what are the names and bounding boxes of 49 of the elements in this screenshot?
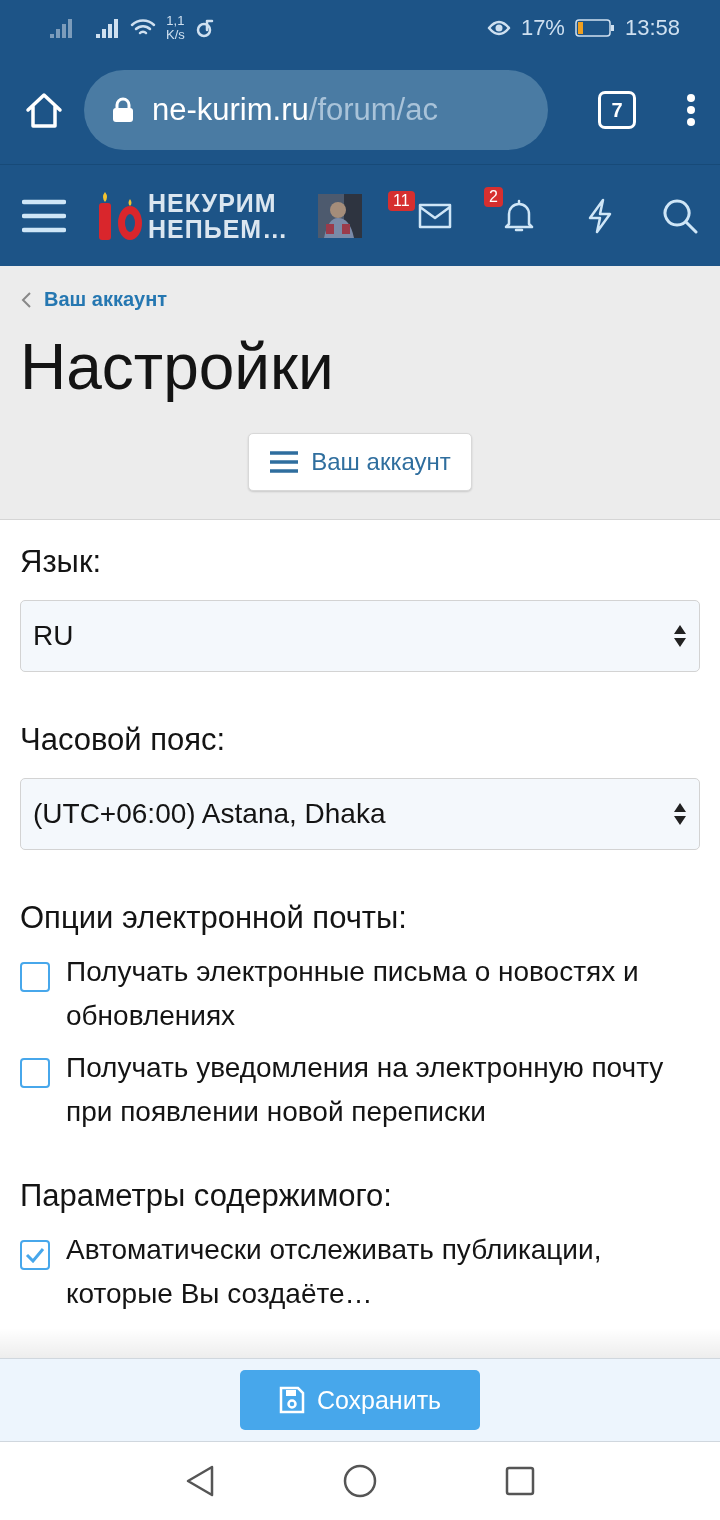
eye-icon: [486, 19, 511, 37]
logo-text: НЕКУРИМ: [148, 189, 278, 216]
checkmark-icon: [25, 1247, 45, 1263]
candle-logo-icon: [96, 190, 144, 241]
clock: 13:58: [624, 15, 680, 41]
chevron-left-icon: [20, 290, 32, 309]
logo-text: НЕПЬЕМ…: [148, 215, 289, 242]
address-bar[interactable]: ne-kurim.ru/forum/ac: [84, 70, 548, 150]
sort-arrows-icon: [673, 802, 687, 826]
lock-icon: [112, 97, 134, 123]
bell-icon[interactable]: [504, 198, 534, 233]
breadcrumb-link[interactable]: Ваш аккаунт: [20, 288, 700, 311]
more-icon[interactable]: [686, 93, 696, 127]
page-title: Настройки: [20, 330, 335, 405]
checkbox-label: Получать уведомления на электронную почту при появлении новой переписки: [66, 1051, 665, 1129]
tabs-count[interactable]: 7: [598, 91, 636, 129]
url-path: /forum/ac: [308, 92, 438, 127]
group-label: Параметры содержимого:: [20, 1178, 393, 1214]
alert-count-badge: 2: [484, 186, 503, 207]
network-speed: 1,1: [166, 14, 185, 28]
menu-icon: [269, 450, 300, 474]
message-count-badge: 11: [388, 190, 415, 211]
url-host: ne-kurim.ru: [152, 92, 309, 127]
checkbox-label: Автоматически отслеживать публикации, которые Вы создаёте…: [66, 1233, 603, 1311]
checkbox[interactable]: [20, 1058, 50, 1088]
group-label: Опции электронной почты:: [20, 900, 408, 936]
home-circle-icon[interactable]: [343, 1464, 377, 1498]
speed-unit: K/s: [166, 28, 185, 42]
checkbox[interactable]: [20, 1240, 50, 1270]
back-icon[interactable]: [185, 1464, 215, 1498]
checkbox-label: Получать электронные письма о новостях и обновлениях: [66, 955, 640, 1033]
recents-icon[interactable]: [505, 1466, 535, 1496]
mail-icon[interactable]: [418, 202, 452, 229]
account-menu-button[interactable]: Ваш аккаунт: [248, 433, 472, 491]
signal-icon: [96, 18, 120, 38]
music-note-icon: [194, 18, 215, 38]
sort-arrows-icon: [673, 624, 687, 648]
select-field[interactable]: RU: [20, 600, 700, 672]
field-label: Язык:: [20, 544, 103, 580]
search-icon[interactable]: [662, 197, 698, 234]
battery-icon: [574, 18, 615, 38]
home-icon[interactable]: [24, 90, 64, 130]
checkbox[interactable]: [20, 962, 50, 992]
select-field[interactable]: (UTC+06:00) Astana, Dhaka: [20, 778, 700, 850]
battery-percent: 17%: [520, 15, 565, 41]
signal-icon: [50, 18, 74, 38]
field-label: Часовой пояс:: [20, 722, 227, 758]
menu-icon[interactable]: [22, 197, 66, 234]
lightning-icon[interactable]: [586, 197, 614, 234]
